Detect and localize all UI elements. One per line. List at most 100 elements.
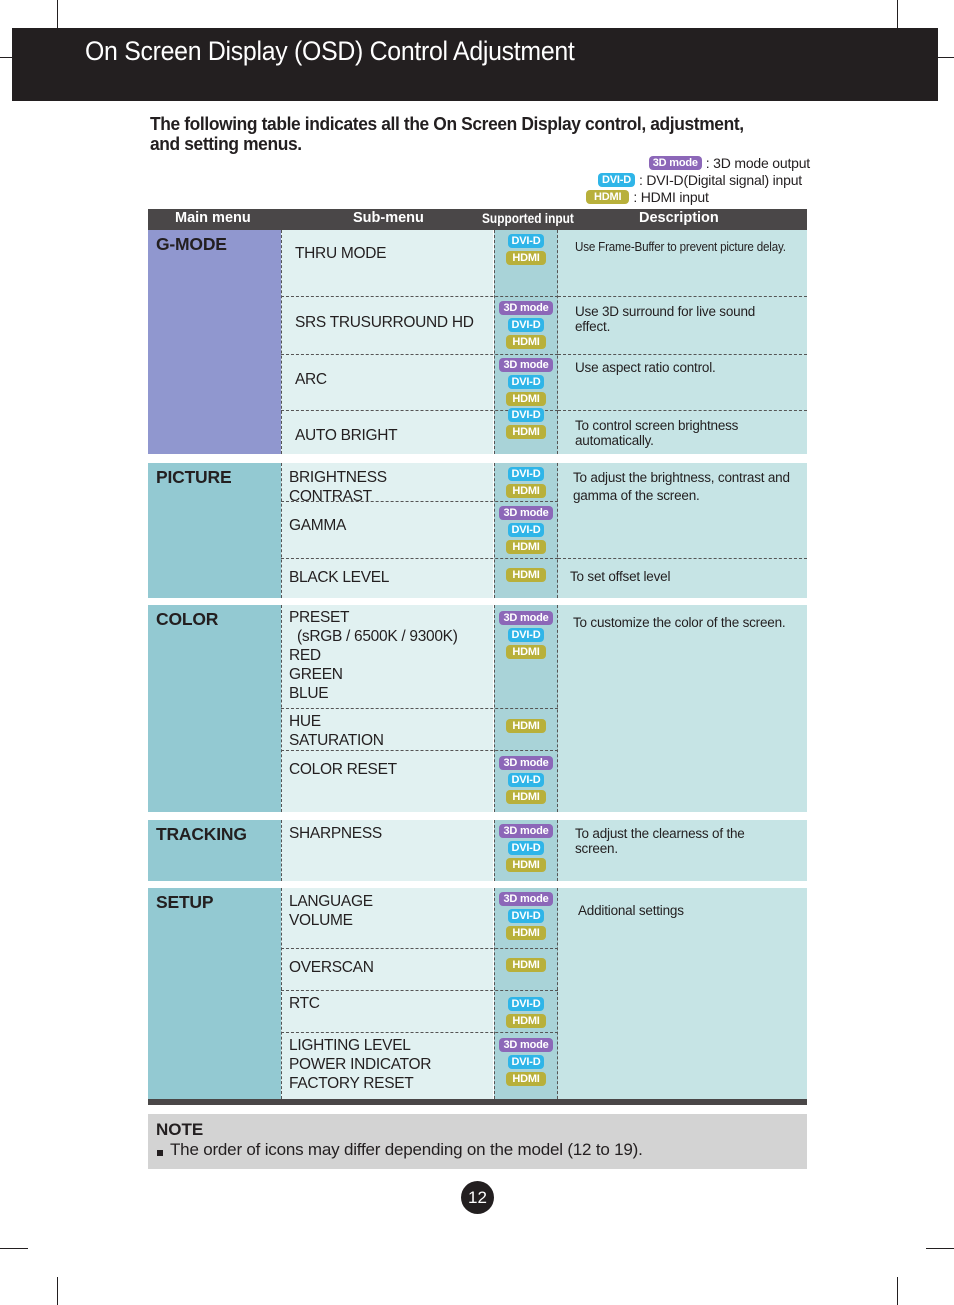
- dvi-d-tag: DVI-D: [507, 841, 545, 855]
- hdmi-tag: HDMI: [506, 858, 546, 872]
- legend-item-hdmi: HDMI : HDMI input: [586, 188, 709, 205]
- page-number: 12: [461, 1181, 494, 1214]
- hdmi-tag: HDMI: [506, 790, 546, 804]
- main-menu-label: TRACKING: [156, 824, 247, 844]
- description-text: Additional settings: [578, 903, 684, 918]
- header-sub-menu: Sub-menu: [353, 210, 424, 226]
- table-header: Main menu Sub-menu Supported input Descr…: [148, 209, 807, 230]
- hdmi-tag: HDMI: [506, 568, 546, 582]
- supported-input-tags: DVI-D HDMI: [494, 467, 558, 498]
- page-title: On Screen Display (OSD) Control Adjustme…: [85, 36, 575, 66]
- legend-text: : HDMI input: [633, 188, 709, 205]
- header-main-menu: Main menu: [175, 210, 251, 226]
- 3d-mode-tag: 3D mode: [499, 824, 553, 838]
- supported-input-tags: HDMI: [494, 719, 558, 733]
- 3d-mode-tag: 3D mode: [499, 358, 553, 372]
- 3d-mode-tag: 3D mode: [499, 611, 553, 625]
- hdmi-tag: HDMI: [506, 1072, 546, 1086]
- description-text: Use aspect ratio control.: [575, 360, 716, 375]
- supported-input-tags: 3D mode DVI-D HDMI: [494, 824, 558, 872]
- sub-menu-item: COLOR RESET: [289, 761, 397, 778]
- main-menu-cell: G-MODE: [148, 230, 281, 454]
- legend-text: : 3D mode output: [705, 154, 810, 171]
- sub-menu-item: ARC: [295, 371, 327, 388]
- row-divider: [281, 990, 558, 991]
- table-bottom-bar: [148, 1099, 807, 1105]
- dvi-d-tag: DVI-D: [507, 234, 545, 248]
- hdmi-tag: HDMI: [506, 540, 546, 554]
- main-menu-label: COLOR: [156, 609, 219, 629]
- sub-menu-item: AUTO BRIGHT: [295, 427, 398, 444]
- hdmi-tag: HDMI: [506, 1014, 546, 1028]
- dvi-d-tag: DVI-D: [507, 773, 545, 787]
- sub-menu-item: LANGUAGE VOLUME: [289, 893, 373, 929]
- crop-mark: [0, 1248, 28, 1249]
- 3d-mode-tag: 3D mode: [499, 301, 553, 315]
- header-supported-input: Supported input: [482, 210, 574, 226]
- 3d-mode-tag: 3D mode: [499, 506, 553, 520]
- supported-input-tags: 3D mode DVI-D HDMI: [494, 1038, 558, 1086]
- supported-input-tags: 3D mode DVI-D HDMI: [494, 756, 558, 804]
- description-text: To adjust the brightness, contrast and g…: [573, 470, 790, 503]
- crop-mark: [897, 1277, 898, 1305]
- crop-mark: [57, 1277, 58, 1305]
- header-description: Description: [639, 210, 719, 226]
- note-title: NOTE: [156, 1120, 204, 1139]
- dvi-d-tag: DVI-D: [507, 318, 545, 332]
- crop-mark: [0, 57, 12, 58]
- hdmi-tag: HDMI: [506, 958, 546, 972]
- sub-menu-item: BRIGHTNESS CONTRAST: [289, 469, 387, 505]
- supported-input-tags: 3D mode DVI-D HDMI: [494, 301, 558, 349]
- row-divider: [281, 1032, 558, 1033]
- description-text: To set offset level: [570, 569, 671, 584]
- hdmi-tag: HDMI: [506, 484, 546, 498]
- 3d-mode-tag: 3D mode: [499, 756, 553, 770]
- description-text: Use 3D surround for live sound effect.: [575, 304, 756, 334]
- menu-group-tracking: TRACKING SHARPNESS 3D mode DVI-D HDMI To adju…: [148, 820, 807, 881]
- sub-menu-item: LIGHTING LEVEL POWER INDICATOR FACTORY R…: [289, 1037, 432, 1092]
- menu-group-g-mode: G-MODE THRU MODE DVI-D HDMI Use Frame-Buffer…: [148, 230, 807, 454]
- main-menu-label: SETUP: [156, 892, 214, 912]
- description-text: To adjust the clearness of the screen.: [575, 826, 745, 856]
- supported-input-tags: HDMI: [494, 568, 558, 582]
- description-text: To customize the color of the screen.: [573, 615, 786, 630]
- main-menu-cell: PICTURE: [148, 463, 281, 598]
- dvi-d-tag: DVI-D: [507, 408, 545, 422]
- supported-input-tags: 3D mode DVI-D HDMI: [494, 611, 558, 659]
- supported-input-tags: DVI-D HDMI: [494, 997, 558, 1028]
- hdmi-tag: HDMI: [506, 425, 546, 439]
- note-box: NOTE The order of icons may differ depen…: [148, 1114, 807, 1169]
- sub-menu-item: THRU MODE: [295, 245, 387, 262]
- menu-group-color: COLOR PRESET (sRGB / 6500K / 9300K) RED G…: [148, 605, 807, 812]
- 3d-mode-tag: 3D mode: [499, 1038, 553, 1052]
- supported-input-tags: 3D mode DVI-D HDMI: [494, 358, 558, 406]
- dvi-d-tag: DVI-D: [598, 172, 635, 187]
- 3d-mode-tag: 3D mode: [648, 155, 702, 170]
- supported-input-tags: 3D mode DVI-D HDMI: [494, 892, 558, 940]
- note-text: The order of icons may differ depending …: [170, 1140, 643, 1159]
- desc-divider: [558, 558, 807, 559]
- intro-text: The following table indicates all the On…: [150, 113, 744, 154]
- desc-col: [558, 888, 807, 1099]
- row-divider: [281, 354, 558, 355]
- main-menu-label: PICTURE: [156, 467, 232, 487]
- supported-input-tags: HDMI: [494, 958, 558, 972]
- dvi-d-tag: DVI-D: [507, 628, 545, 642]
- row-divider: [281, 750, 558, 751]
- menu-group-picture: PICTURE BRIGHTNESS CONTRAST DVI-D HDMI To ad…: [148, 463, 807, 598]
- sub-col: [281, 230, 493, 454]
- row-divider: [281, 296, 558, 297]
- dvi-d-tag: DVI-D: [507, 523, 545, 537]
- desc-divider: [558, 296, 807, 297]
- desc-divider: [558, 354, 807, 355]
- supported-input-tags: DVI-D HDMI: [494, 234, 558, 265]
- legend-text: : DVI-D(Digital signal) input: [638, 171, 802, 188]
- hdmi-tag: HDMI: [506, 251, 546, 265]
- menu-group-setup: SETUP LANGUAGE VOLUME 3D mode DVI-D HDMI Addi…: [148, 888, 807, 1099]
- bullet-icon: [157, 1150, 163, 1156]
- row-divider: [281, 948, 558, 949]
- dvi-d-tag: DVI-D: [507, 909, 545, 923]
- sub-menu-item: SRS TRUSURROUND HD: [295, 314, 474, 331]
- sub-menu-item: RTC: [289, 995, 320, 1012]
- crop-mark: [57, 0, 58, 28]
